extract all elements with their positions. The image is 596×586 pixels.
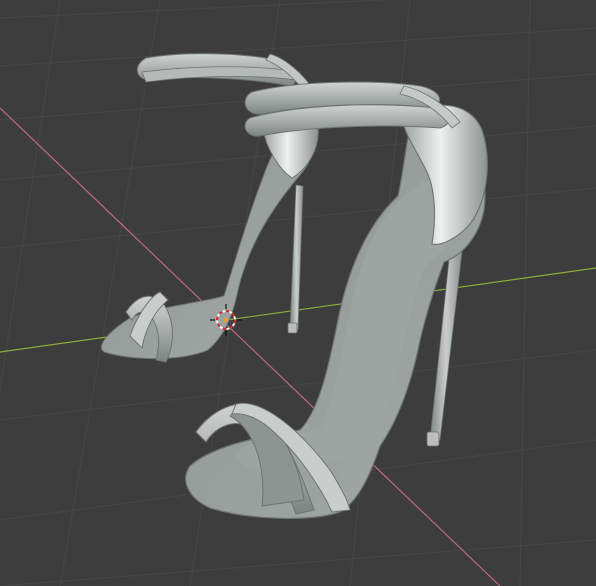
- right-heel-tip: [426, 431, 440, 447]
- 3d-viewport[interactable]: [0, 0, 596, 586]
- left-heel-stem: [289, 184, 304, 331]
- viewport-canvas[interactable]: [0, 0, 596, 586]
- left-heel-tip: [287, 322, 298, 334]
